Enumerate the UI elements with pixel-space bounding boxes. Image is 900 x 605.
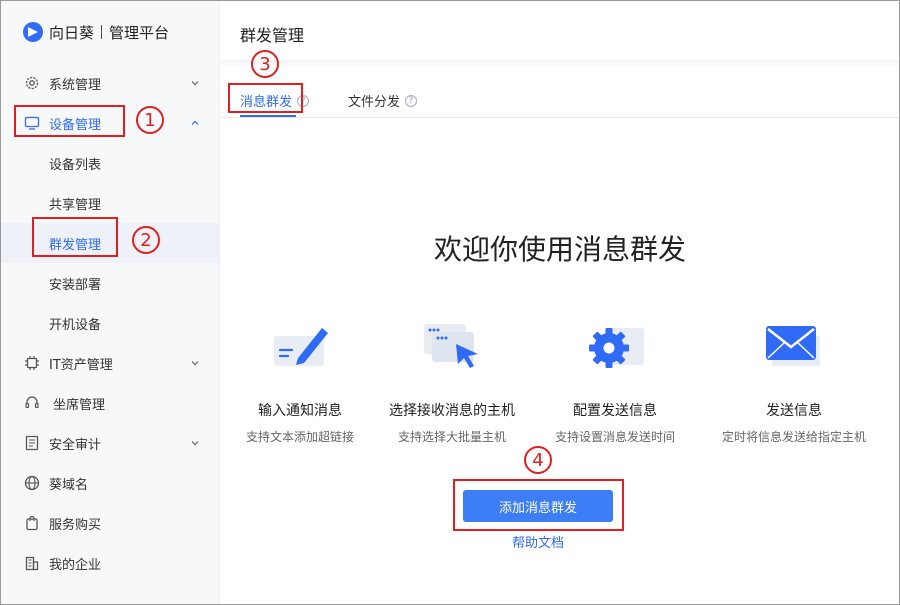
help-docs-link: 帮助文档 (221, 532, 855, 551)
brand-logo[interactable]: 向日葵 管理平台 (23, 21, 169, 43)
sidebar-item-label: 设备列表 (49, 157, 102, 173)
sidebar-item-system[interactable]: 系统管理 (1, 63, 220, 103)
annotation-number-4: 4 (524, 446, 552, 474)
annotation-number-2: 2 (132, 226, 160, 254)
shopping-bag-icon (26, 515, 38, 531)
gear-icon (25, 76, 39, 90)
globe-icon (24, 475, 40, 491)
feature-title: 选择接收消息的主机 (389, 403, 515, 419)
sidebar-subitem-device-list[interactable]: 设备列表 (1, 143, 220, 183)
building-icon (25, 556, 39, 571)
sidebar-item-enterprise[interactable]: 我的企业 (1, 543, 220, 583)
annotation-box-group-send (32, 217, 118, 257)
feature-description: 支持文本添加超链接 (245, 430, 354, 444)
annotation-box-device-management (14, 105, 125, 137)
sidebar-item-label: 开机设备 (49, 317, 102, 333)
annotation-number-1: 1 (136, 106, 164, 134)
sidebar-item-seat[interactable]: 坐席管理 (1, 383, 220, 423)
feature-description: 支持选择大批量主机 (397, 430, 506, 444)
sidebar-subitem-boot-device[interactable]: 开机设备 (1, 303, 220, 343)
feature-send-message: 发送信息 定时将信息发送给指定主机 (719, 318, 869, 445)
sidebar-item-label: 服务购买 (49, 517, 102, 533)
chevron-down-icon (191, 361, 199, 366)
sunlogin-logo-icon (23, 22, 43, 42)
chevron-down-icon (191, 81, 199, 86)
brand-divider (101, 25, 103, 39)
sidebar-item-label: IT资产管理 (49, 357, 113, 373)
add-message-broadcast-button[interactable]: 添加消息群发 (463, 490, 613, 522)
feature-description: 支持设置消息发送时间 (554, 430, 675, 444)
feature-title: 配置发送信息 (573, 403, 657, 419)
sidebar-item-label: 共享管理 (49, 197, 102, 213)
chip-icon (25, 356, 39, 370)
tab-label: 文件分发 (348, 95, 401, 110)
settings-gear-icon (589, 328, 644, 368)
sidebar-item-domain[interactable]: 葵域名 (1, 463, 220, 503)
sidebar-subitem-deploy[interactable]: 安装部署 (1, 263, 220, 303)
sidebar-item-label: 我的企业 (49, 557, 102, 573)
help-docs-link-text[interactable]: 帮助文档 (512, 536, 564, 551)
active-tab-indicator (240, 115, 296, 117)
chevron-up-icon (191, 120, 199, 125)
select-host-icon (424, 324, 478, 368)
sidebar-item-label: 安全审计 (49, 437, 102, 453)
chevron-down-icon (191, 441, 199, 446)
feature-input-message: 输入通知消息 支持文本添加超链接 (225, 318, 375, 445)
help-question-icon[interactable]: ? (405, 94, 418, 107)
annotation-box-message-tab (228, 83, 303, 113)
tab-file-distribution[interactable]: 文件分发 ? (348, 91, 418, 110)
brand-name: 向日葵 (49, 23, 95, 42)
welcome-heading: 欢迎你使用消息群发 (433, 233, 686, 266)
page-title: 群发管理 (240, 26, 305, 45)
feature-configure-send: 配置发送信息 支持设置消息发送时间 (540, 318, 690, 445)
annotation-number-3: 3 (251, 50, 279, 78)
sidebar-item-label: 系统管理 (49, 77, 102, 93)
header-divider (221, 60, 899, 68)
sidebar-item-audit[interactable]: 安全审计 (1, 423, 220, 463)
feature-select-host: 选择接收消息的主机 支持选择大批量主机 (377, 318, 527, 445)
sidebar-item-label: 坐席管理 (53, 397, 106, 413)
brand-subtitle: 管理平台 (109, 23, 170, 42)
envelope-icon (766, 326, 820, 366)
sidebar-item-label: 安装部署 (49, 277, 102, 293)
sidebar-item-label: 葵域名 (49, 477, 89, 493)
tab-bar: 消息群发 ? 文件分发 ? (221, 80, 899, 118)
feature-title: 输入通知消息 (258, 403, 342, 419)
document-icon (25, 435, 39, 451)
sidebar-item-it-assets[interactable]: IT资产管理 (1, 343, 220, 383)
feature-title: 发送信息 (766, 403, 822, 419)
headset-icon (25, 396, 39, 409)
edit-message-icon (274, 328, 328, 366)
sidebar: 向日葵 管理平台 系统管理 设备管理 设备列表 共享管理 群发管理 安装部署 开… (1, 1, 220, 604)
feature-description: 定时将信息发送给指定主机 (721, 430, 866, 444)
sidebar-item-purchase[interactable]: 服务购买 (1, 503, 220, 543)
